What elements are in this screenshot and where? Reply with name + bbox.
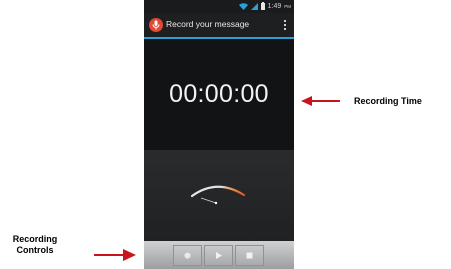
app-title: Record your message — [166, 19, 250, 29]
phone-screen: 1:49 PM Record your message 00:00:00 — [144, 0, 294, 269]
recording-controls-label-line2: Controls — [16, 245, 54, 255]
record-button[interactable] — [173, 245, 202, 266]
action-bar: Record your message — [144, 13, 294, 39]
status-ampm: PM — [284, 3, 291, 9]
status-time: 1:49 — [267, 2, 282, 10]
overflow-menu-icon[interactable] — [282, 19, 288, 32]
timer-area: 00:00:00 — [144, 39, 294, 150]
recording-time-label: Recording Time — [354, 96, 422, 106]
recording-controls — [144, 241, 294, 269]
battery-icon — [260, 2, 265, 10]
play-button[interactable] — [204, 245, 233, 266]
record-icon — [183, 251, 192, 260]
play-icon — [216, 252, 222, 259]
recording-time-arrow — [301, 96, 340, 106]
stop-button[interactable] — [235, 245, 264, 266]
recording-controls-arrow — [94, 249, 136, 261]
vu-meter — [190, 185, 246, 205]
wifi-icon — [238, 2, 248, 10]
stop-icon — [246, 252, 253, 259]
signal-icon — [250, 2, 258, 10]
status-bar: 1:49 PM — [144, 0, 294, 13]
vu-meter-area — [144, 150, 294, 241]
recording-controls-label: Recording Controls — [6, 234, 64, 256]
microphone-icon — [149, 18, 163, 32]
recording-time-display: 00:00:00 — [169, 80, 269, 108]
recording-controls-label-line1: Recording — [12, 234, 58, 244]
vu-needle — [200, 197, 217, 204]
